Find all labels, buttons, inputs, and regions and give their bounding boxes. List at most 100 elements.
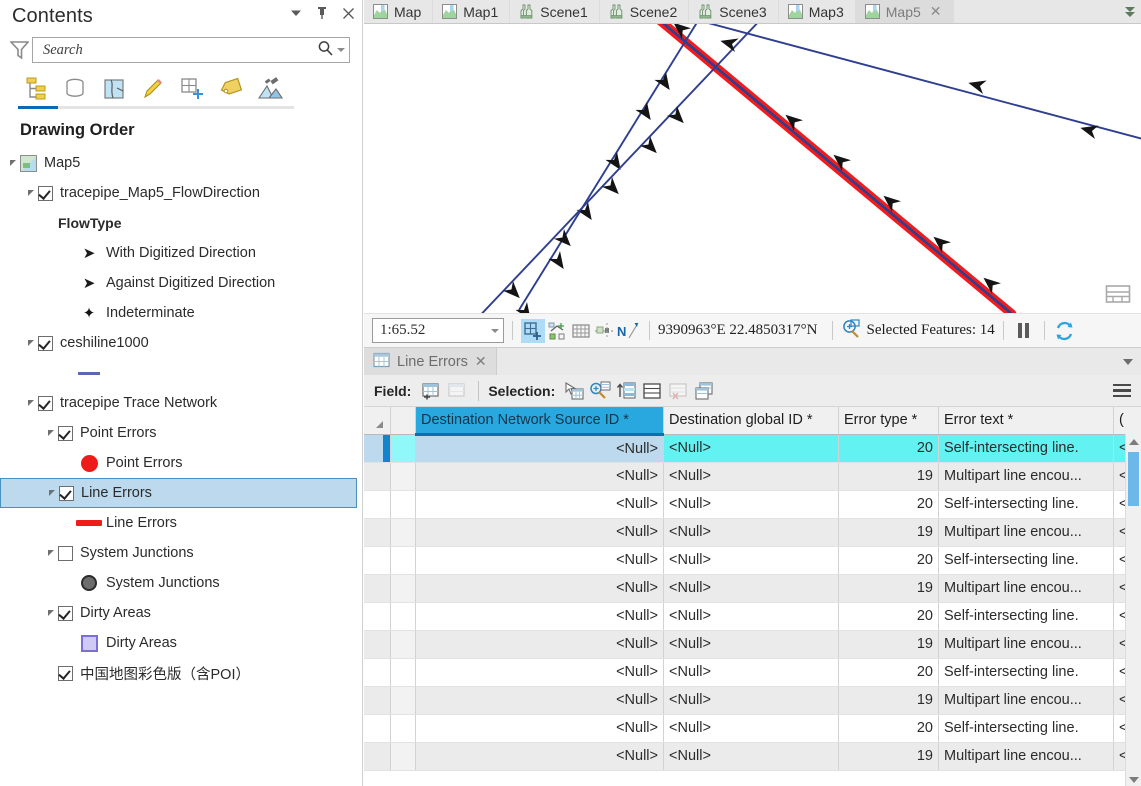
view-tab-scene1[interactable]: Scene1 (510, 0, 600, 23)
table-row[interactable]: <Null> <Null> 19 Multipart line encou... < (364, 686, 1141, 715)
tree-item-flowtype[interactable]: FlowType (0, 208, 362, 238)
column-header-dest-global-id[interactable]: Destination global ID * (663, 407, 839, 435)
tree-item-map5[interactable]: Map5 (0, 148, 362, 178)
tree-item-indeterminate[interactable]: ✦ Indeterminate (0, 298, 362, 328)
calculate-field-icon[interactable] (443, 379, 469, 403)
cell-dest-net-src-id[interactable]: <Null> (415, 574, 664, 603)
cell-error-type[interactable]: 20 (838, 490, 939, 519)
cell-dest-global-id[interactable]: <Null> (663, 490, 839, 519)
cell-dest-global-id[interactable]: <Null> (663, 686, 839, 715)
visibility-checkbox[interactable] (38, 185, 53, 201)
cell-dest-global-id[interactable]: <Null> (663, 602, 839, 631)
cell-error-text[interactable]: Self-intersecting line. (938, 602, 1114, 631)
clear-selection-icon[interactable] (665, 379, 691, 403)
cell-error-type[interactable]: 20 (838, 546, 939, 575)
cell-error-type[interactable]: 19 (838, 574, 939, 603)
list-by-selection-icon[interactable] (96, 72, 132, 106)
row-selector[interactable] (364, 742, 391, 771)
pin-icon[interactable] (314, 4, 330, 22)
cell-dest-global-id[interactable]: <Null> (663, 714, 839, 743)
visibility-checkbox[interactable] (59, 485, 74, 501)
tree-item-ceshiline1000[interactable]: ceshiline1000 (0, 328, 362, 358)
grid-corner-selector[interactable] (364, 407, 391, 435)
add-field-icon[interactable] (417, 379, 443, 403)
cell-dest-global-id[interactable]: <Null> (663, 658, 839, 687)
measure-tool-icon[interactable] (545, 319, 569, 343)
column-header-error-text[interactable]: Error text * (938, 407, 1114, 435)
cell-dest-global-id[interactable]: <Null> (663, 742, 839, 771)
list-by-editing-icon[interactable] (135, 72, 171, 106)
row-selector[interactable] (364, 518, 391, 547)
cell-dest-net-src-id[interactable]: <Null> (415, 630, 664, 659)
table-row[interactable]: <Null> <Null> 20 Self-intersecting line. < (364, 434, 1141, 463)
cell-error-type[interactable]: 19 (838, 462, 939, 491)
row-selector[interactable] (364, 658, 391, 687)
cell-dest-net-src-id[interactable]: <Null> (415, 490, 664, 519)
table-row[interactable]: <Null> <Null> 19 Multipart line encou... < (364, 574, 1141, 603)
table-row[interactable]: <Null> <Null> 20 Self-intersecting line. < (364, 546, 1141, 575)
table-row[interactable]: <Null> <Null> 20 Self-intersecting line. < (364, 658, 1141, 687)
view-tab-map1[interactable]: Map1 (433, 0, 511, 23)
cell-error-text[interactable]: Multipart line encou... (938, 630, 1114, 659)
row-selector[interactable] (364, 462, 391, 491)
expand-collapse-icon[interactable] (45, 486, 59, 500)
cell-error-type[interactable]: 19 (838, 742, 939, 771)
view-tab-scene3[interactable]: Scene3 (689, 0, 779, 23)
list-by-elevation-icon[interactable] (252, 72, 288, 106)
expand-collapse-icon[interactable] (44, 606, 58, 620)
visibility-checkbox[interactable] (58, 425, 73, 441)
cell-dest-global-id[interactable]: <Null> (663, 630, 839, 659)
expand-collapse-icon[interactable] (44, 426, 58, 440)
tree-item-dirty-areas[interactable]: Dirty Areas (0, 628, 362, 658)
view-tab-scene2[interactable]: Scene2 (599, 0, 690, 23)
cell-error-text[interactable]: Multipart line encou... (938, 686, 1114, 715)
table-row[interactable]: <Null> <Null> 19 Multipart line encou... < (364, 630, 1141, 659)
cell-dest-net-src-id[interactable]: <Null> (415, 658, 664, 687)
cell-dest-net-src-id[interactable]: <Null> (415, 602, 664, 631)
expand-collapse-icon[interactable] (6, 156, 20, 170)
delete-selection-icon[interactable] (691, 379, 717, 403)
zoom-to-selection-icon[interactable] (587, 379, 613, 403)
cell-error-type[interactable]: 19 (838, 630, 939, 659)
cell-error-text[interactable]: Self-intersecting line. (938, 546, 1114, 575)
search-box[interactable] (32, 37, 350, 63)
tree-item-中国地图彩色版-含poi[interactable]: 中国地图彩色版（含POI） (0, 658, 362, 688)
cell-error-text[interactable]: Self-intersecting line. (938, 658, 1114, 687)
map-scale-combobox[interactable]: 1:65.52 (372, 318, 504, 343)
list-by-data-source-icon[interactable] (57, 72, 93, 106)
cell-dest-global-id[interactable]: <Null> (663, 574, 839, 603)
visibility-checkbox[interactable] (38, 335, 53, 351)
list-by-drawing-order-icon[interactable] (18, 72, 54, 106)
table-row[interactable]: <Null> <Null> 20 Self-intersecting line. < (364, 490, 1141, 519)
expand-collapse-icon[interactable] (24, 396, 38, 410)
cell-dest-net-src-id[interactable]: <Null> (415, 462, 664, 491)
refresh-icon[interactable] (1053, 319, 1077, 343)
table-row[interactable]: <Null> <Null> 19 Multipart line encou... < (364, 462, 1141, 491)
scroll-down-arrow-icon[interactable] (1126, 772, 1141, 786)
magnifier-icon[interactable] (317, 40, 334, 60)
caret-down-icon[interactable] (491, 328, 499, 333)
cell-error-text[interactable]: Self-intersecting line. (938, 490, 1114, 519)
grid-vertical-scrollbar[interactable] (1125, 434, 1141, 786)
select-by-attributes-icon[interactable] (561, 379, 587, 403)
switch-selection-icon[interactable] (613, 379, 639, 403)
tree-item-point-errors[interactable]: Point Errors (0, 448, 362, 478)
expand-collapse-icon[interactable] (24, 186, 38, 200)
tree-item-symbol[interactable] (0, 358, 362, 388)
cell-dest-net-src-id[interactable]: <Null> (415, 434, 664, 463)
cell-dest-net-src-id[interactable]: <Null> (415, 714, 664, 743)
north-arrow-icon[interactable]: N (617, 319, 641, 343)
column-header-dest-net-src-id[interactable]: Destination Network Source ID * (415, 407, 664, 436)
tree-item-against-digitized-direction[interactable]: ➤ Against Digitized Direction (0, 268, 362, 298)
visibility-checkbox[interactable] (38, 395, 53, 411)
tree-item-tracepipe-trace-network[interactable]: tracepipe Trace Network (0, 388, 362, 418)
view-tab-map5[interactable]: Map5 ✕ (855, 0, 954, 23)
tab-overflow-icon[interactable] (1119, 0, 1141, 23)
cell-error-type[interactable]: 20 (838, 602, 939, 631)
scroll-up-arrow-icon[interactable] (1126, 434, 1141, 449)
tree-item-system-junctions[interactable]: System Junctions (0, 538, 362, 568)
column-header-error-type[interactable]: Error type * (838, 407, 939, 435)
cell-error-type[interactable]: 19 (838, 518, 939, 547)
cell-error-text[interactable]: Self-intersecting line. (938, 714, 1114, 743)
selection-tool-icon[interactable] (521, 318, 545, 343)
